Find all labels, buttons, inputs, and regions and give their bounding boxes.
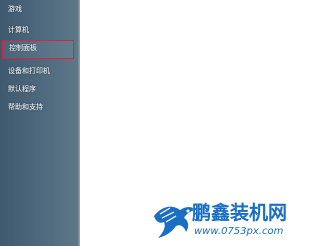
menu-item-computer[interactable]: 计算机 bbox=[2, 22, 74, 39]
watermark-title: 鹏鑫装机网 bbox=[192, 202, 288, 224]
menu-item-control-panel[interactable]: 控制面板 bbox=[2, 40, 74, 59]
eagle-logo-icon bbox=[154, 206, 196, 238]
start-menu-right-pane: 游戏 计算机 控制面板 设备和打印机 默认程序 帮助和支持 bbox=[0, 0, 80, 246]
site-watermark: 鹏鑫装机网 www.0753px.com bbox=[150, 196, 293, 246]
watermark-url: www.0753px.com bbox=[194, 226, 284, 237]
menu-item-help-support[interactable]: 帮助和支持 bbox=[2, 99, 74, 116]
menu-item-default-programs[interactable]: 默认程序 bbox=[2, 81, 74, 98]
menu-item-games[interactable]: 游戏 bbox=[2, 1, 74, 18]
menu-item-devices-printers[interactable]: 设备和打印机 bbox=[2, 63, 74, 80]
